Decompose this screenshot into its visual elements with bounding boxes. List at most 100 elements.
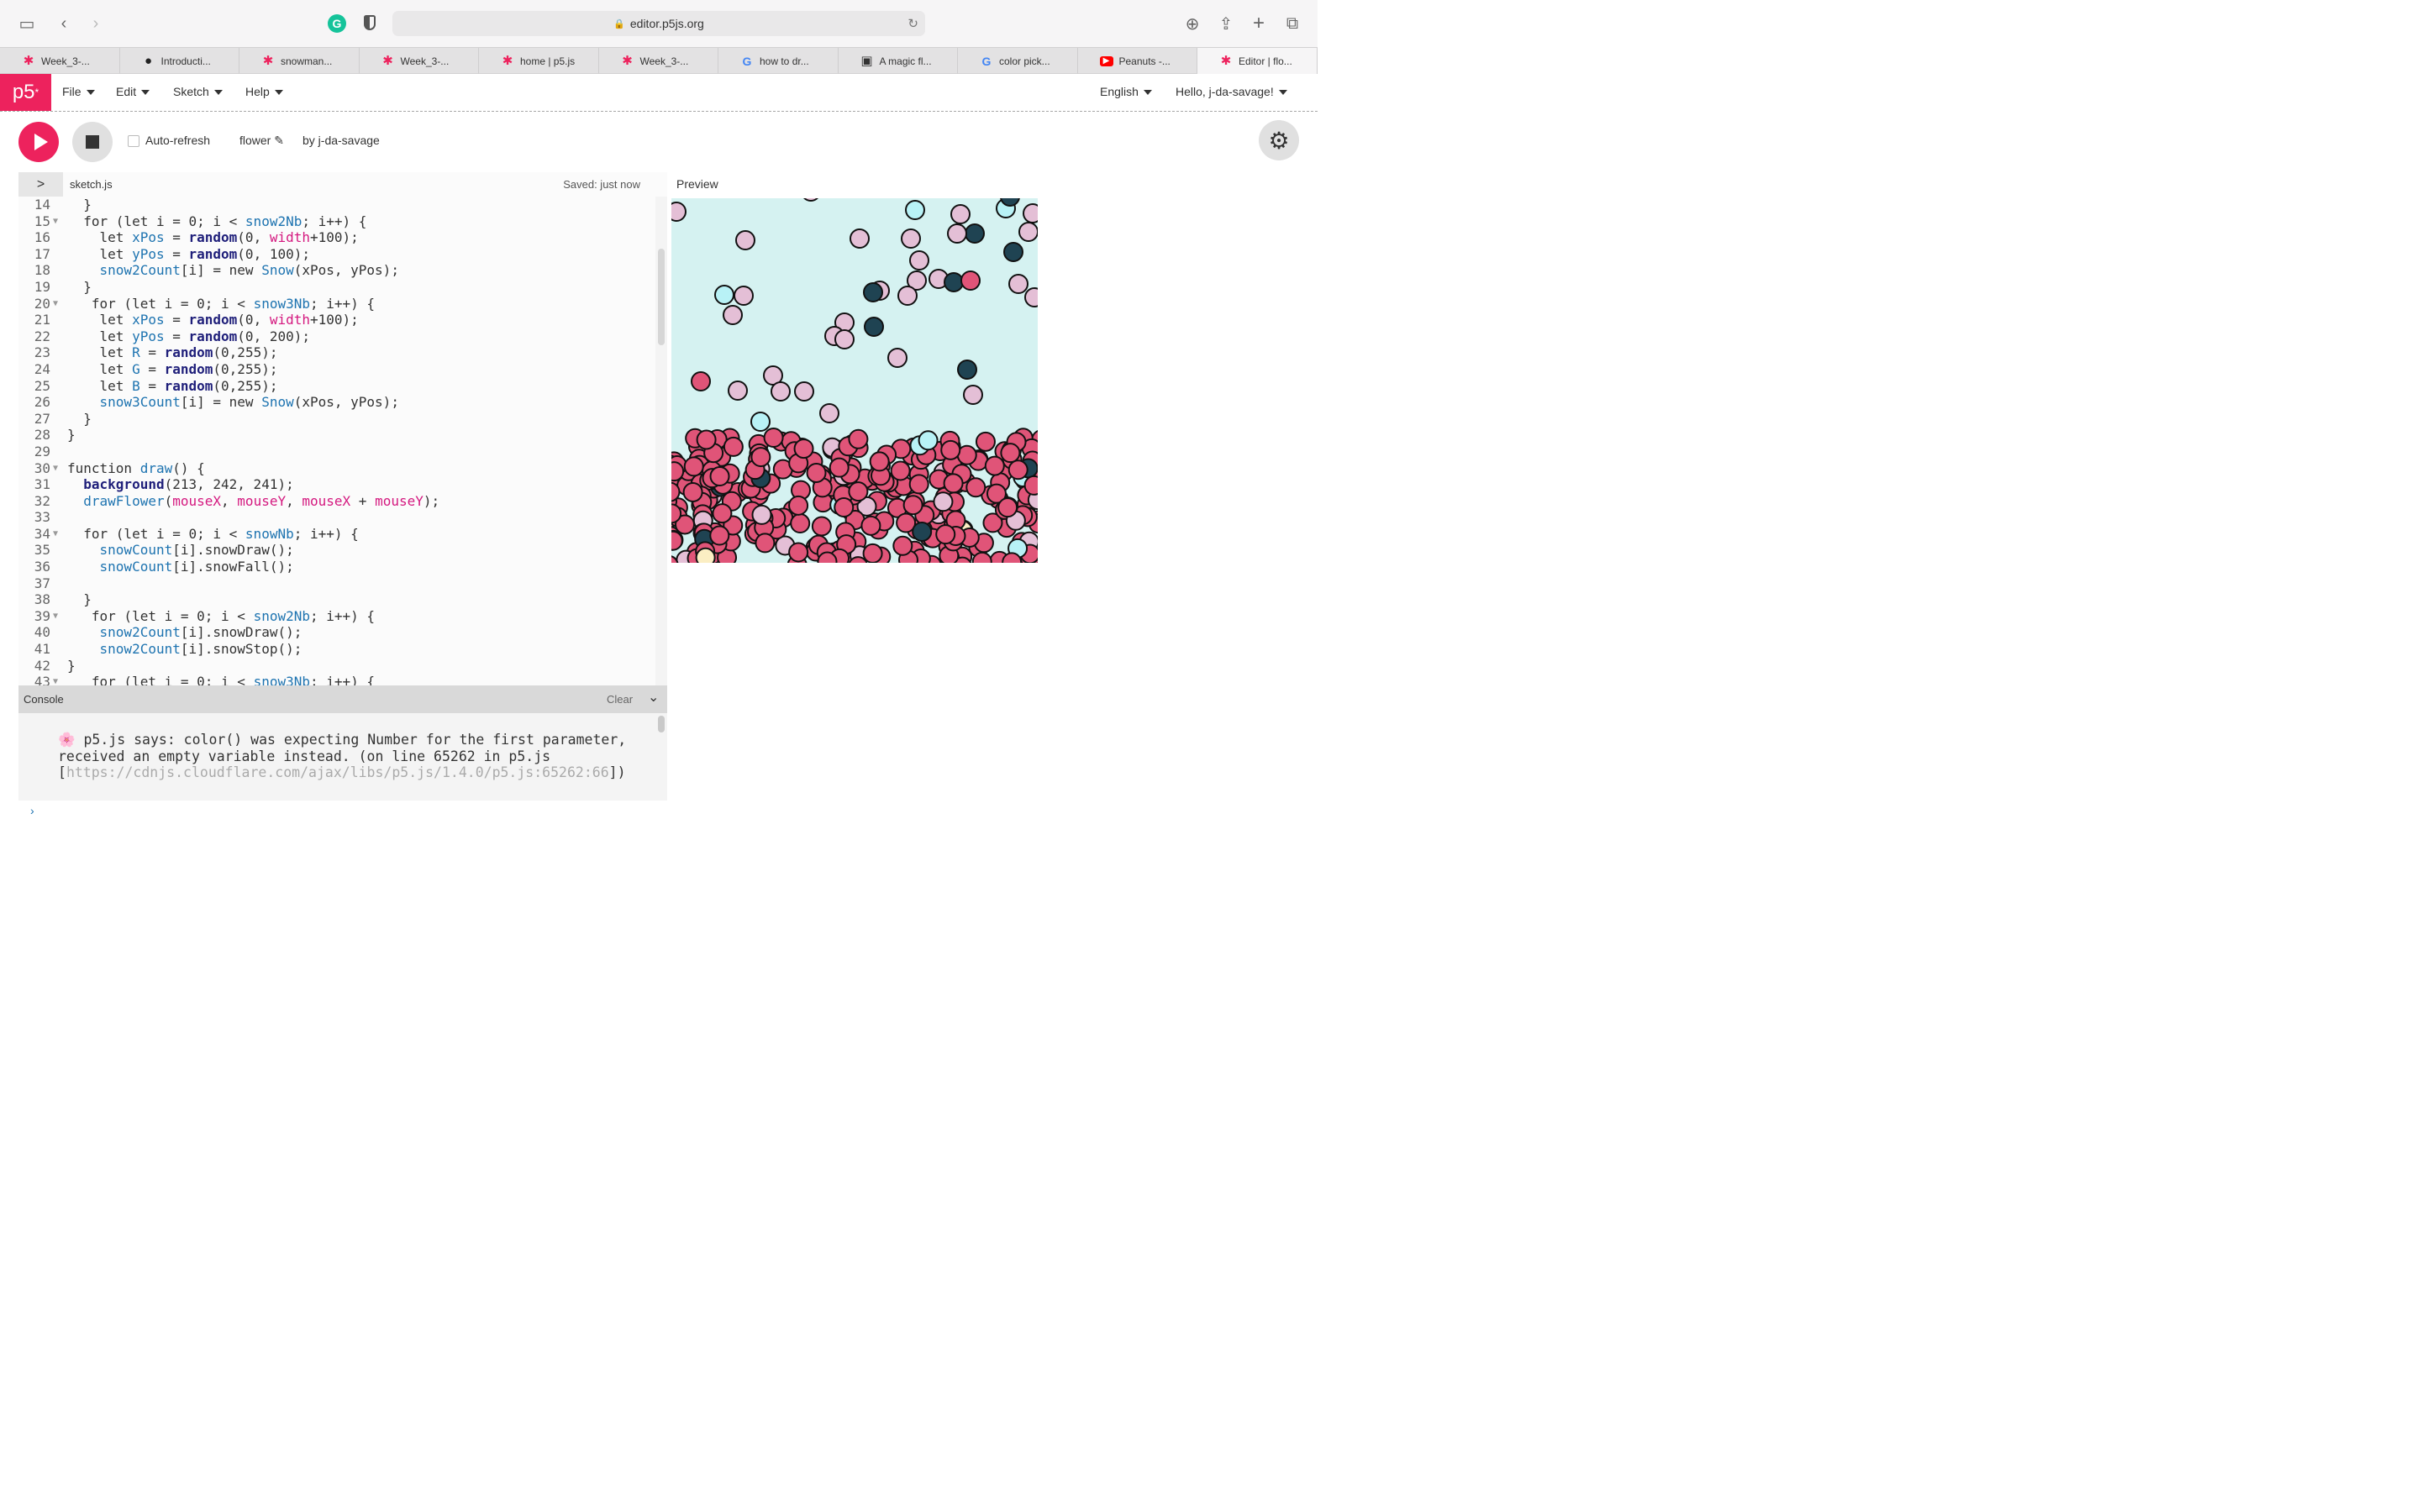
- line-number: 27: [34, 410, 50, 427]
- menu-help[interactable]: Help: [245, 85, 283, 98]
- console-prompt[interactable]: ›: [18, 801, 667, 823]
- snowflake-circle: [947, 223, 967, 244]
- lock-icon: 🔒: [613, 18, 625, 29]
- saved-status: Saved: just now: [563, 178, 640, 191]
- collapse-console-icon[interactable]: ⌄: [648, 689, 659, 706]
- console-clear-button[interactable]: Clear: [607, 693, 633, 706]
- snowflake-circle: [912, 521, 933, 542]
- auto-refresh-checkbox[interactable]: [128, 135, 139, 147]
- browser-tab[interactable]: ▣ A magic fl...: [839, 48, 958, 74]
- line-number: 17: [34, 245, 50, 262]
- snowflake-circle: [695, 547, 716, 563]
- line-number: 42: [34, 657, 50, 674]
- snowflake-circle: [901, 228, 921, 249]
- code-editor[interactable]: 14 } 15 ▼ for (let i = 0; i < snow2Nb; i++…: [18, 197, 655, 685]
- browser-tab[interactable]: ✱ Week_3-...: [360, 48, 479, 74]
- editor-scrollbar[interactable]: [655, 197, 667, 685]
- snowflake-circle: [997, 497, 1018, 518]
- tab-label: Editor | flo...: [1239, 55, 1292, 67]
- menu-sketch[interactable]: Sketch: [173, 85, 223, 98]
- browser-tab[interactable]: ✱ snowman...: [239, 48, 360, 74]
- snowflake-circle: [709, 466, 730, 487]
- console-message-link[interactable]: https://cdnjs.cloudflare.com/ajax/libs/p…: [66, 764, 609, 780]
- logo-text: p5: [12, 81, 35, 103]
- google-icon: G: [981, 55, 992, 68]
- console-scroll-thumb[interactable]: [658, 716, 665, 732]
- snowflake-circle: [691, 371, 711, 391]
- browser-tab[interactable]: ✱ home | p5.js: [479, 48, 599, 74]
- fold-arrow-icon[interactable]: ▼: [53, 526, 58, 543]
- browser-tab[interactable]: ✱ Week_3-...: [0, 48, 120, 74]
- user-menu[interactable]: Hello, j-da-savage!: [1176, 85, 1287, 98]
- browser-tab[interactable]: ▶ Peanuts -...: [1078, 48, 1197, 74]
- grammarly-extension-icon[interactable]: G: [328, 14, 346, 33]
- privacy-shield-icon[interactable]: [364, 15, 376, 30]
- console-message: 🌸 p5.js says: color() was expecting Numb…: [58, 732, 638, 781]
- p5-logo[interactable]: p5 *: [0, 74, 51, 111]
- browser-tab[interactable]: Gcolor pick...: [958, 48, 1078, 74]
- settings-gear-icon[interactable]: ⚙: [1259, 120, 1299, 160]
- prompt-chevron-icon: ›: [30, 804, 34, 817]
- browser-tab[interactable]: Ghow to dr...: [718, 48, 839, 74]
- fold-arrow-icon[interactable]: ▼: [53, 608, 58, 625]
- new-tab-icon[interactable]: +: [1247, 12, 1270, 35]
- menu-file[interactable]: File: [62, 85, 95, 98]
- fold-arrow-icon[interactable]: ▼: [53, 296, 58, 312]
- fold-arrow-icon[interactable]: ▼: [53, 213, 58, 230]
- stop-button[interactable]: [72, 122, 113, 162]
- tab-bar: ✱ Week_3-... ● Introducti... ✱ snowman... ✱ Wee…: [0, 47, 1318, 74]
- line-number: 20: [34, 295, 50, 312]
- browser-toolbar: ▭ ‹ › G 🔒 editor.p5js.org ↻ ⊕ ⇪ + ⧉: [0, 0, 1318, 47]
- snowflake-circle: [819, 403, 839, 423]
- tab-label: home | p5.js: [520, 55, 576, 67]
- snowflake-circle: [788, 495, 809, 516]
- reload-icon[interactable]: ↻: [908, 16, 918, 31]
- fold-arrow-icon[interactable]: ▼: [53, 674, 58, 685]
- snowflake-circle: [918, 430, 939, 451]
- snowflake-circle: [905, 200, 925, 220]
- snowflake-circle: [811, 516, 832, 537]
- tab-label: color pick...: [999, 55, 1050, 67]
- address-bar[interactable]: 🔒 editor.p5js.org ↻: [392, 11, 925, 36]
- code-text: snow3Count[i] = new Snow(xPos, yPos);: [99, 394, 399, 411]
- code-text: function draw() {: [67, 459, 205, 476]
- sidebar-toggle-icon[interactable]: ▭: [15, 12, 39, 35]
- snow-circles: [671, 198, 1038, 563]
- snowflake-circle: [734, 286, 754, 306]
- back-icon[interactable]: ‹: [52, 12, 76, 35]
- language-menu[interactable]: English: [1100, 85, 1152, 98]
- snowflake-circle: [960, 270, 981, 291]
- snowflake-circle: [863, 282, 883, 302]
- code-text: for (let i = 0; i < snow2Nb; i++) {: [67, 607, 376, 624]
- line-number: 30: [34, 459, 50, 476]
- console-message-end: ]): [608, 764, 626, 780]
- forward-icon[interactable]: ›: [84, 12, 108, 35]
- line-number: 14: [34, 197, 50, 213]
- snowflake-circle: [728, 381, 748, 401]
- expand-sidebar-icon[interactable]: >: [18, 172, 63, 197]
- browser-tab[interactable]: ● Introducti...: [120, 48, 239, 74]
- downloads-icon[interactable]: ⊕: [1181, 12, 1204, 35]
- menu-edit[interactable]: Edit: [116, 85, 150, 98]
- console-scrollbar[interactable]: [655, 713, 667, 801]
- sketch-preview-canvas[interactable]: [671, 198, 1038, 563]
- fold-arrow-icon[interactable]: ▼: [53, 460, 58, 477]
- line-number: 18: [34, 262, 50, 279]
- snowflake-circle: [1007, 459, 1028, 480]
- browser-tab[interactable]: ✱ Editor | flo...: [1197, 48, 1318, 74]
- sketch-owner: by j-da-savage: [302, 134, 380, 147]
- snowflake-circle: [908, 474, 929, 495]
- editor-scroll-thumb[interactable]: [658, 249, 665, 345]
- share-icon[interactable]: ⇪: [1214, 12, 1238, 35]
- snowflake-circle: [771, 381, 791, 402]
- tab-overview-icon[interactable]: ⧉: [1281, 12, 1304, 35]
- code-text: background(213, 242, 241);: [83, 476, 294, 493]
- console-title: Console: [24, 693, 64, 706]
- sketch-name[interactable]: flower ✎: [239, 134, 284, 148]
- browser-tab[interactable]: ✱ Week_3-...: [599, 48, 718, 74]
- snowflake-circle: [682, 481, 703, 502]
- tab-label: Week_3-...: [41, 55, 90, 67]
- play-button[interactable]: [18, 122, 59, 162]
- code-text: }: [67, 278, 92, 295]
- snowflake-circle: [723, 436, 744, 457]
